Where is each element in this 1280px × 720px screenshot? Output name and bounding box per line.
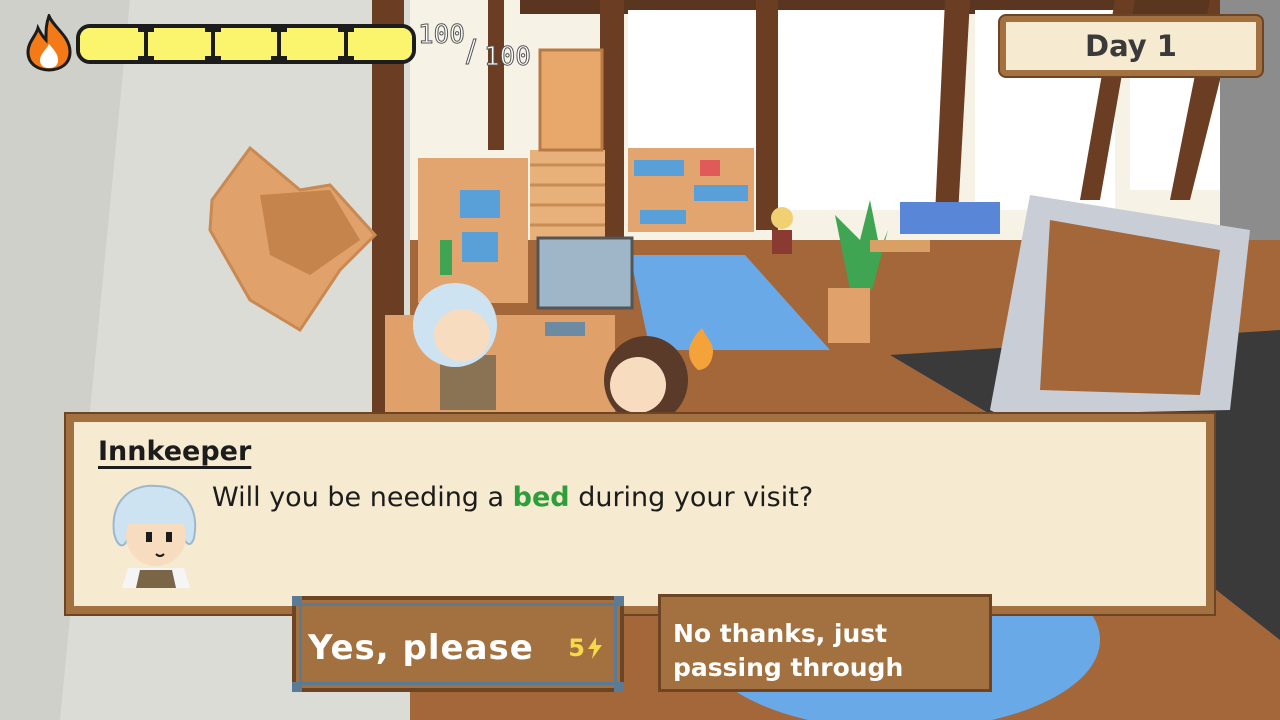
message-highlight: bed <box>512 482 570 513</box>
choice-yes-button[interactable]: Yes, please 5 <box>292 596 624 692</box>
speaker-name: Innkeeper <box>98 436 252 467</box>
table-1 <box>870 240 930 252</box>
corner-ornament <box>292 682 302 692</box>
left-beam-2 <box>488 0 504 150</box>
window-2 <box>778 10 948 210</box>
corner-ornament <box>614 682 624 692</box>
npc-body <box>772 230 792 254</box>
plant-pot <box>828 288 870 343</box>
window-1 <box>628 10 758 150</box>
bookshelf-left <box>418 158 528 303</box>
corner-ornament <box>614 596 624 606</box>
message-text-before: Will you be needing a <box>212 482 513 513</box>
sofa <box>900 202 1000 234</box>
energy-segment-tick <box>337 28 354 60</box>
cost-value: 5 <box>568 634 585 662</box>
keyboard <box>545 322 585 336</box>
door-frame-opening <box>1040 220 1220 395</box>
lightning-icon <box>588 637 602 659</box>
energy-separator: / <box>465 34 477 70</box>
door <box>538 48 604 152</box>
choice-no-label-line2: passing through <box>673 653 904 682</box>
energy-current-value: 100 <box>418 20 466 51</box>
choice-no-label-line1: No thanks, just <box>673 619 888 648</box>
energy-segment-tick <box>271 28 288 60</box>
message-text-after: during your visit? <box>569 482 814 513</box>
choice-no-label: No thanks, just passing through <box>673 617 903 685</box>
corner-ornament <box>292 596 302 606</box>
energy-bar <box>76 24 416 64</box>
hero-face <box>610 357 666 413</box>
energy-segment-tick <box>138 28 155 60</box>
dialog-message: Will you be needing a bed during your vi… <box>212 482 813 513</box>
choice-no-button[interactable]: No thanks, just passing through <box>658 594 992 692</box>
choice-yes-label: Yes, please <box>308 628 534 668</box>
choice-yes-cost: 5 <box>568 634 602 662</box>
wall-beam-2 <box>756 0 778 230</box>
energy-bar-fill <box>80 28 412 60</box>
dialog-box: Innkeeper Will you be needing a bed duri… <box>66 414 1214 614</box>
day-label: Day 1 <box>1085 29 1177 63</box>
flame-icon <box>26 14 72 72</box>
energy-max-value: 100 <box>484 42 532 73</box>
innkeeper-face <box>434 309 490 361</box>
innkeeper-portrait <box>112 484 197 588</box>
monitor <box>536 236 634 310</box>
energy-segment-tick <box>204 28 221 60</box>
day-counter: Day 1 <box>1000 16 1262 76</box>
npc-head <box>771 207 793 229</box>
